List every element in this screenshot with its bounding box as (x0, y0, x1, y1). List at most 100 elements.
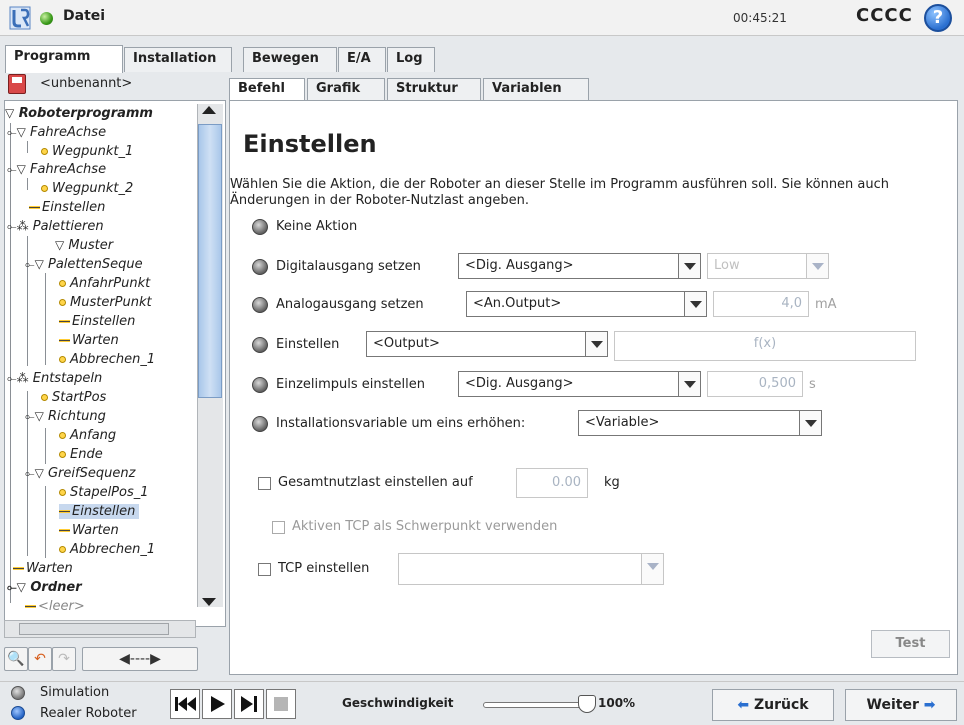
pulse-output-select[interactable]: <Dig. Ausgang> (458, 371, 701, 397)
undo-icon[interactable]: ↶ (28, 647, 52, 671)
set-output-select[interactable]: <Output> (366, 331, 608, 357)
chevron-down-icon (684, 292, 706, 316)
wait-icon (59, 529, 70, 532)
step-button[interactable] (234, 689, 264, 719)
tree-vertical-scrollbar[interactable] (197, 104, 223, 607)
set-icon (29, 206, 40, 209)
expand-triangle-icon[interactable]: ▽ (5, 106, 14, 120)
tree-item[interactable]: Anfang (59, 428, 116, 443)
speed-value: 100% (598, 696, 636, 710)
scroll-up-icon[interactable] (202, 106, 216, 114)
payload-checkbox[interactable] (258, 477, 271, 490)
stop-button[interactable] (266, 689, 296, 719)
tree-item[interactable]: ⟜▽ FahreAchse (7, 125, 106, 140)
move-arrows-icon[interactable]: ◀----▶ (82, 647, 198, 671)
tcp-checkbox[interactable] (258, 563, 271, 576)
ur-logo-icon (9, 6, 31, 30)
tree-item[interactable]: StapelPos_1 (59, 485, 149, 500)
speed-slider-handle[interactable] (578, 695, 596, 713)
sub-tabs: Befehl Grafik Struktur Variablen (229, 78, 958, 100)
tab-programm[interactable]: Programm (5, 45, 123, 73)
radio-real-robot[interactable] (11, 706, 25, 720)
tree-item[interactable]: Abbrechen_1 (59, 542, 155, 557)
tcp-cog-checkbox[interactable] (272, 521, 285, 534)
radio-single-pulse[interactable] (252, 377, 268, 393)
test-button[interactable]: Test (871, 630, 950, 658)
digital-output-select[interactable]: <Dig. Ausgang> (458, 253, 701, 279)
payload-field[interactable]: 0.00 (516, 468, 588, 498)
tree-item-selected[interactable]: Einstellen (59, 504, 140, 519)
tree-item[interactable]: <leer> (25, 599, 85, 614)
tab-befehl[interactable]: Befehl (229, 78, 305, 100)
digital-level-select[interactable]: Low (707, 253, 829, 279)
pulse-duration-field[interactable]: 0,500 (707, 371, 803, 397)
tree-item[interactable]: ▽ Muster (55, 238, 113, 253)
tree-item[interactable]: MusterPunkt (59, 295, 152, 310)
tree-item[interactable]: ⟜▽ PalettenSeque (25, 257, 143, 272)
tree-horizontal-scrollbar[interactable] (4, 620, 196, 638)
tree-item[interactable]: Einstellen (59, 314, 135, 329)
radio-digital-output[interactable] (252, 259, 268, 275)
speed-label: Geschwindigkeit (342, 696, 454, 710)
tab-installation[interactable]: Installation (124, 47, 232, 72)
tree-item[interactable]: ▽ Roboterprogramm (5, 106, 153, 121)
command-panel: Einstellen Wählen Sie die Aktion, die de… (229, 100, 958, 675)
analog-value-field[interactable]: 4,0 (713, 291, 809, 317)
file-menu[interactable]: Datei (63, 8, 105, 24)
tree-item[interactable]: Wegpunkt_1 (41, 144, 133, 159)
tab-grafik[interactable]: Grafik (307, 78, 385, 100)
radio-no-action[interactable] (252, 219, 268, 235)
save-icon[interactable] (8, 74, 26, 94)
tab-log[interactable]: Log (387, 47, 435, 72)
chevron-down-icon (799, 411, 821, 435)
tree-item[interactable]: Einstellen (29, 200, 105, 215)
tree-item[interactable]: ⟜▽ GreifSequenz (25, 466, 135, 481)
radio-simulation[interactable] (11, 686, 25, 700)
tree-item[interactable]: Ende (59, 447, 103, 462)
variable-select[interactable]: <Variable> (578, 410, 822, 436)
tree-item[interactable]: Warten (59, 333, 119, 348)
redo-icon[interactable]: ↷ (52, 647, 76, 671)
analog-output-select[interactable]: <An.Output> (466, 291, 707, 317)
tree-item[interactable]: Wegpunkt_2 (41, 181, 133, 196)
help-icon[interactable]: ? (924, 4, 952, 32)
back-button[interactable]: ⬅ Zurück (712, 689, 834, 721)
tree-item[interactable]: Abbrechen_1 (59, 352, 155, 367)
tree-item[interactable]: Warten (59, 523, 119, 538)
radio-analog-output[interactable] (252, 297, 268, 313)
tree-item[interactable]: ⟜▽ Ordner (7, 580, 82, 595)
tab-ea[interactable]: E/A (338, 47, 386, 72)
scroll-down-icon[interactable] (202, 598, 216, 606)
label-no-action: Keine Aktion (276, 219, 358, 234)
next-button[interactable]: Weiter ➡ (845, 689, 957, 721)
tree-item[interactable]: Warten (13, 561, 73, 576)
label-digital-output: Digitalausgang setzen (276, 259, 421, 274)
tree-item[interactable]: AnfahrPunkt (59, 276, 150, 291)
play-button[interactable] (202, 689, 232, 719)
tree-item[interactable]: ⟜⁂ Entstapeln (7, 371, 102, 386)
program-tree: ▽ Roboterprogramm ⟜▽ FahreAchse Wegpunkt… (4, 100, 226, 627)
tree-item[interactable]: StartPos (41, 390, 106, 405)
tree-scroll-thumb[interactable] (198, 124, 222, 398)
wait-icon (59, 339, 70, 342)
tree-toolbar: 🔍 ↶ ↷ ◀----▶ (4, 645, 226, 675)
page-title: Einstellen (243, 130, 377, 158)
arrow-left-icon: ⬅ (737, 697, 750, 713)
radio-increment-variable[interactable] (252, 416, 268, 432)
tree-hscroll-thumb[interactable] (19, 623, 169, 635)
tree-item[interactable]: ⟜▽ FahreAchse (7, 162, 106, 177)
label-tcp-cog: Aktiven TCP als Schwerpunkt verwenden (292, 519, 558, 534)
tcp-select[interactable] (398, 553, 664, 585)
tab-bewegen[interactable]: Bewegen (243, 47, 337, 72)
step-icon (241, 696, 257, 712)
tree-item[interactable]: ⟜▽ Richtung (25, 409, 106, 424)
tab-struktur[interactable]: Struktur (387, 78, 481, 100)
tree-item[interactable]: ⟜⁂ Palettieren (7, 219, 104, 234)
waypoint-icon (59, 432, 66, 439)
radio-set-expression[interactable] (252, 337, 268, 353)
waypoint-icon (59, 451, 66, 458)
rewind-button[interactable] (170, 689, 200, 719)
search-icon[interactable]: 🔍 (4, 647, 28, 671)
expression-field[interactable]: f(x) (614, 331, 916, 361)
tab-variablen[interactable]: Variablen (483, 78, 589, 100)
